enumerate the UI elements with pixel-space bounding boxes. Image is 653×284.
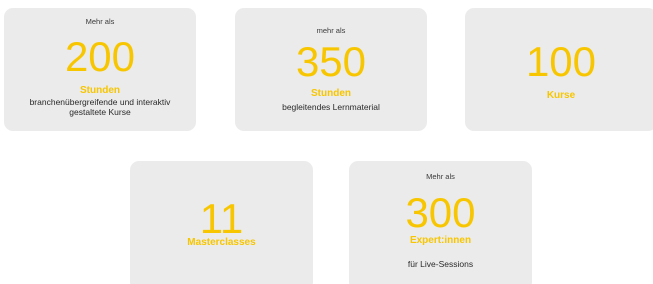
stat-unit: Stunden [80,85,120,96]
stat-prefix: Mehr als [426,172,455,181]
stat-number: 11 [199,195,244,242]
stat-card-material: mehr als 350 Stunden begleitendes Lernma… [235,8,427,131]
stat-description: branchenübergreifende und interaktiv ges… [29,97,171,117]
stat-card-experts: Mehr als 300 Expert:innen für Live-Sessi… [349,161,532,284]
stat-prefix: Mehr als [85,17,115,26]
stat-description: begleitendes Lernmaterial [282,102,380,112]
stat-number: 200 [64,33,136,80]
stat-number: 100 [525,38,597,85]
stat-card-courses: 100 Kurse [465,8,653,131]
stats-section: Mehr als 200 Stunden branchenübergreifen… [0,0,653,284]
stat-number: 300 [405,189,476,236]
stat-card-masterclasses: 11 Masterclasses [130,161,313,284]
stat-card-hours: Mehr als 200 Stunden branchenübergreifen… [4,8,196,131]
stat-unit: Masterclasses [187,237,256,248]
stat-unit: Expert:innen [409,235,472,246]
stat-prefix: mehr als [316,26,346,35]
stat-description: für Live-Sessions [407,259,474,269]
stat-unit: Kurse [546,90,576,101]
stat-unit: Stunden [311,88,351,99]
stat-number: 350 [295,38,367,85]
